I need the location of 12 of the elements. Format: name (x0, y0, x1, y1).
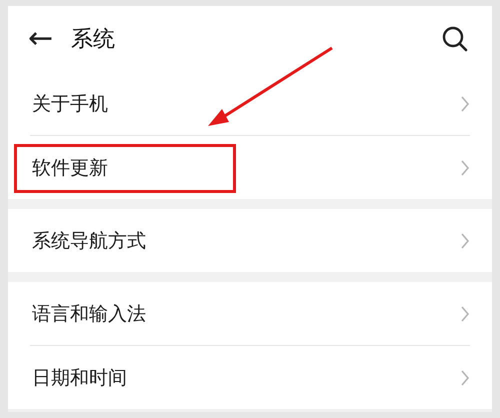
settings-item[interactable]: 软件更新 (30, 154, 460, 180)
settings-item[interactable]: 日期和时间 (30, 364, 460, 390)
chevron-icon (460, 160, 470, 176)
settings-item[interactable]: 语言和输入法 (30, 300, 460, 326)
chevron-icon (460, 370, 470, 386)
chevron-icon (460, 306, 470, 322)
page-title: 系统 (71, 26, 116, 54)
search-icon[interactable] (442, 26, 468, 52)
chevron-icon (460, 96, 470, 112)
chevron-icon (460, 232, 470, 248)
settings-item[interactable]: 关于手机 (30, 90, 460, 116)
back-button[interactable]: ← (28, 24, 54, 54)
